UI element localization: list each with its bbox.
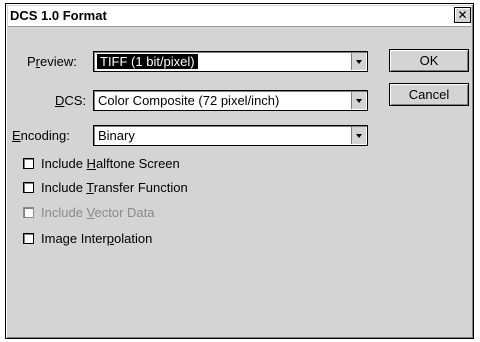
image-interpolation-checkbox[interactable]: Image Interpolation <box>23 231 152 246</box>
dcs-label: DCS: <box>55 93 87 108</box>
title-bar: DCS 1.0 Format ✕ <box>8 6 471 27</box>
preview-value: TIFF (1 bit/pixel) <box>97 54 198 69</box>
encoding-select[interactable]: Binary <box>93 125 368 146</box>
checkbox-label: Include Transfer Function <box>41 180 188 195</box>
dialog-title: DCS 1.0 Format <box>10 8 107 23</box>
checkbox-box <box>23 207 34 218</box>
checkbox-label: Include Halftone Screen <box>41 156 180 171</box>
preview-label: Preview: <box>27 54 77 69</box>
close-button[interactable]: ✕ <box>454 7 471 23</box>
dcs-value: Color Composite (72 pixel/inch) <box>98 93 280 108</box>
chevron-down-icon[interactable] <box>351 127 366 144</box>
checkbox-box[interactable] <box>23 182 34 193</box>
close-icon: ✕ <box>457 8 468 22</box>
checkbox-box[interactable] <box>23 233 34 244</box>
chevron-down-icon[interactable] <box>351 53 366 70</box>
preview-select[interactable]: TIFF (1 bit/pixel) <box>93 51 368 72</box>
checkbox-label: Image Interpolation <box>41 231 153 246</box>
halftone-screen-checkbox[interactable]: Include Halftone Screen <box>23 156 180 171</box>
vector-data-checkbox: Include Vector Data <box>23 205 155 220</box>
checkbox-box[interactable] <box>23 158 34 169</box>
encoding-label: Encoding: <box>12 128 70 143</box>
transfer-function-checkbox[interactable]: Include Transfer Function <box>23 180 188 195</box>
checkbox-label: Include Vector Data <box>41 205 155 220</box>
encoding-value: Binary <box>98 128 135 143</box>
cancel-button[interactable]: Cancel <box>389 83 469 106</box>
chevron-down-icon[interactable] <box>351 92 366 109</box>
dcs-select[interactable]: Color Composite (72 pixel/inch) <box>93 90 368 111</box>
dcs-format-dialog: DCS 1.0 Format ✕ Preview: TIFF (1 bit/pi… <box>5 3 474 339</box>
ok-button[interactable]: OK <box>389 49 469 72</box>
